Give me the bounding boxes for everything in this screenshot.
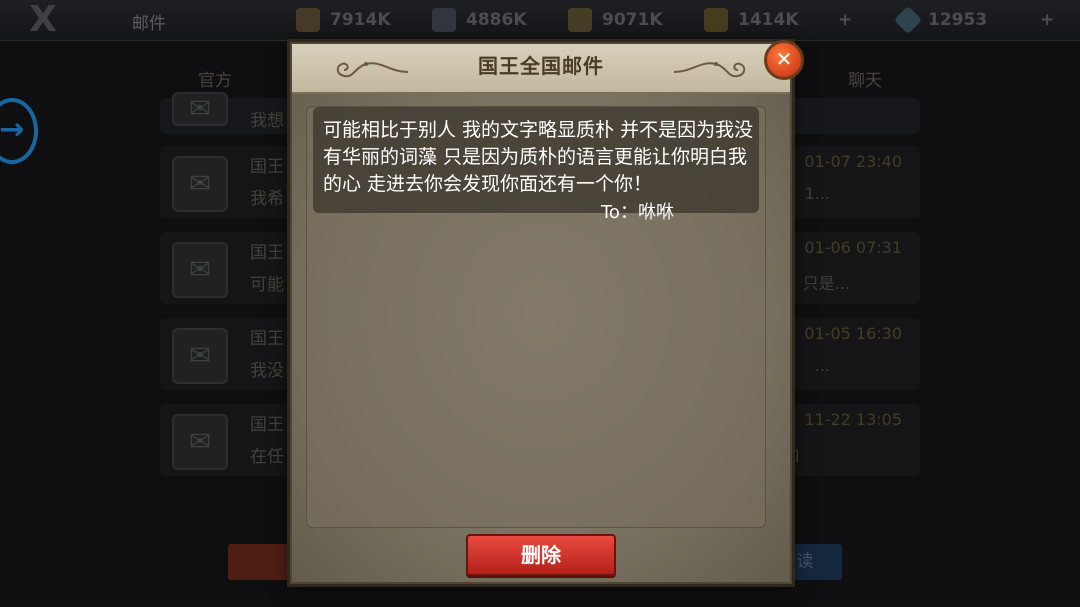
message-recipient: To：咻咻 [601,202,674,223]
dialog-header: 国王全国邮件 [292,44,790,94]
message-box: 可能相比于别人 我的文字略显质朴 并不是因为我没有华丽的词藻 只是因为质朴的语言… [313,107,759,223]
mail-content-area: 可能相比于别人 我的文字略显质朴 并不是因为我没有华丽的词藻 只是因为质朴的语言… [306,106,766,528]
message-text: 可能相比于别人 我的文字略显质朴 并不是因为我没有华丽的词藻 只是因为质朴的语言… [323,119,754,195]
close-icon[interactable]: ✕ [764,40,804,80]
right-flourish-icon [673,62,746,78]
mail-dialog: 国王全国邮件 ✕ 可能相比于别人 我的文字略显质朴 并不是因为我没有华丽的词藻 … [290,40,804,584]
delete-button[interactable]: 删除 [466,534,616,576]
